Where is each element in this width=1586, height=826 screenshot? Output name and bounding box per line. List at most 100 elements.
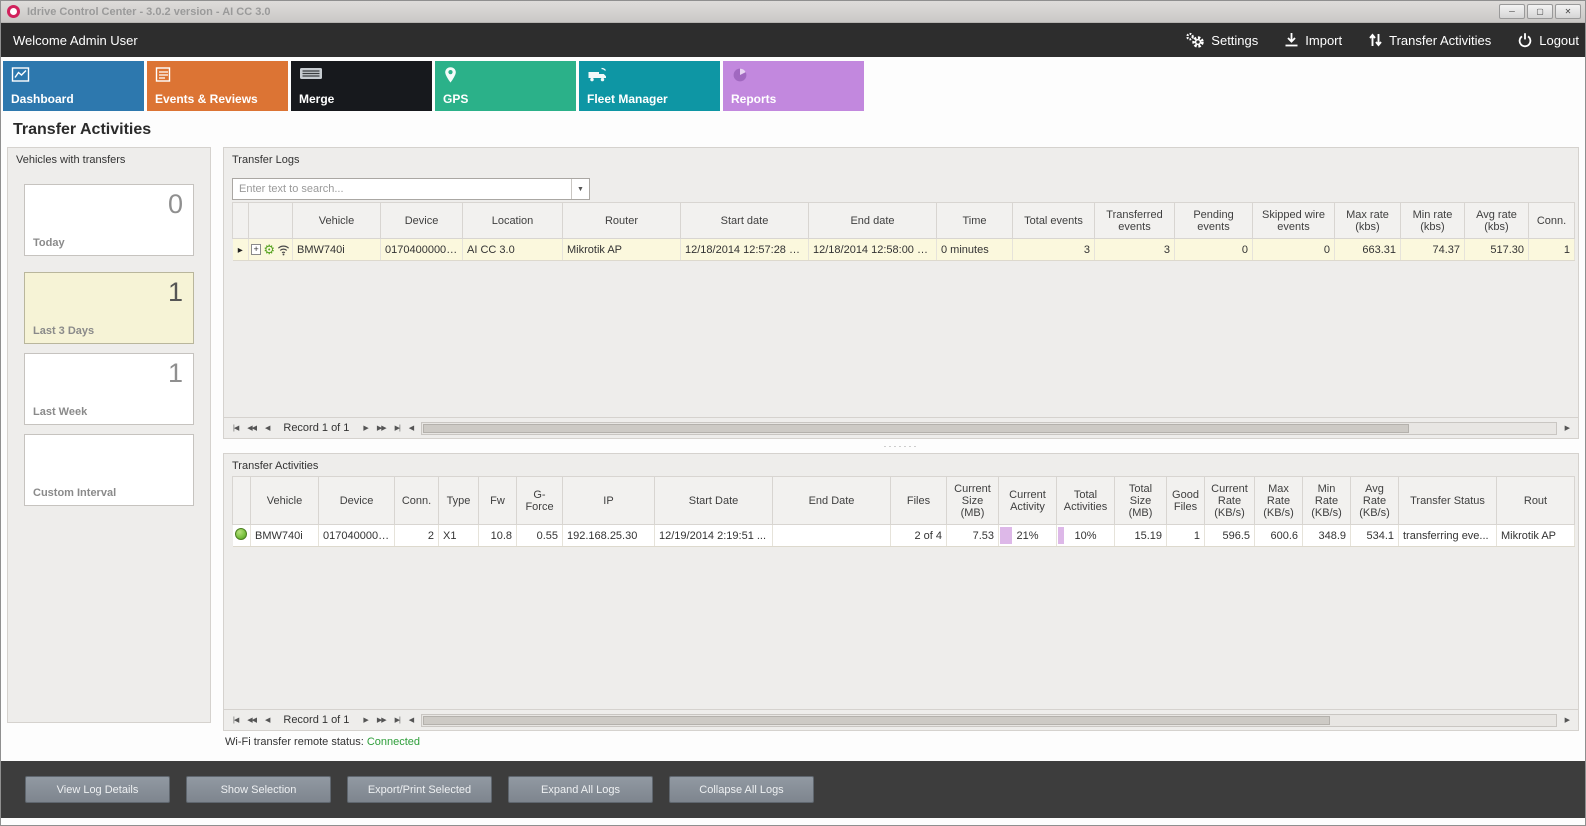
horizontal-scrollbar-thumb[interactable]: [423, 716, 1330, 725]
horizontal-scrollbar-thumb[interactable]: [423, 424, 1409, 433]
pager-next-button[interactable]: ▶: [360, 422, 370, 434]
pager-prev-button[interactable]: ◀: [262, 422, 272, 434]
header-min-rate[interactable]: Min Rate (KB/s): [1303, 477, 1351, 525]
pager-first-button[interactable]: |◀: [230, 714, 241, 726]
transfer-logs-grid-area: Vehicle Device Location Router Start dat…: [224, 202, 1578, 417]
search-input[interactable]: [233, 183, 571, 195]
tab-dashboard[interactable]: Dashboard: [3, 61, 144, 111]
show-selection-button[interactable]: Show Selection: [186, 776, 331, 803]
hscroll-left-button[interactable]: ◀: [406, 422, 416, 434]
header-vehicle[interactable]: Vehicle: [293, 203, 381, 239]
header-transfer-status[interactable]: Transfer Status: [1399, 477, 1497, 525]
tab-gps-label: GPS: [443, 92, 468, 106]
transfer-activities-grid-area: Vehicle Device Conn. Type Fw G-Force IP …: [224, 476, 1578, 709]
tab-reports[interactable]: Reports: [723, 61, 864, 111]
header-router[interactable]: Router: [563, 203, 681, 239]
pager-last-button[interactable]: ▶|: [392, 714, 403, 726]
header-files[interactable]: Files: [891, 477, 947, 525]
header-time[interactable]: Time: [937, 203, 1013, 239]
view-log-details-button[interactable]: View Log Details: [25, 776, 170, 803]
expand-row-icon[interactable]: +: [251, 244, 261, 255]
search-dropdown-button[interactable]: ▼: [571, 179, 589, 199]
card-custom-interval[interactable]: Custom Interval: [24, 434, 194, 506]
header-conn[interactable]: Conn.: [1529, 203, 1575, 239]
header-max-rate[interactable]: Max Rate (KB/s): [1255, 477, 1303, 525]
card-last-3-days[interactable]: 1 Last 3 Days: [24, 272, 194, 344]
tab-merge[interactable]: Merge: [291, 61, 432, 111]
wifi-status-label: Wi-Fi transfer remote status:: [225, 736, 364, 748]
maximize-button[interactable]: ▢: [1527, 4, 1553, 19]
tab-fleet-manager[interactable]: Fleet Manager: [579, 61, 720, 111]
horizontal-scrollbar[interactable]: [421, 714, 1556, 727]
header-current-activity[interactable]: Current Activity: [999, 477, 1057, 525]
import-button[interactable]: Import: [1284, 32, 1342, 48]
header-location[interactable]: Location: [463, 203, 563, 239]
tab-gps[interactable]: GPS: [435, 61, 576, 111]
header-end-date[interactable]: End Date: [773, 477, 891, 525]
header-current-size[interactable]: Current Size (MB): [947, 477, 999, 525]
header-transferred-events[interactable]: Transferred events: [1095, 203, 1175, 239]
pager-fast-next-button[interactable]: ▶▶: [374, 714, 389, 726]
transfer-activity-row[interactable]: BMW740i 017040000038 2 X1 10.8 0.55 192.…: [233, 525, 1575, 547]
pager-next-button[interactable]: ▶: [360, 714, 370, 726]
panel-splitter[interactable]: ·······: [223, 439, 1579, 453]
header-max-rate[interactable]: Max rate (kbs): [1335, 203, 1401, 239]
export-print-selected-button[interactable]: Export/Print Selected: [347, 776, 492, 803]
pager-last-button[interactable]: ▶|: [392, 422, 403, 434]
pager-fast-next-button[interactable]: ▶▶: [374, 422, 389, 434]
header-g-force[interactable]: G-Force: [517, 477, 563, 525]
settings-button[interactable]: Settings: [1185, 32, 1258, 49]
header-total-activities[interactable]: Total Activities: [1057, 477, 1115, 525]
header-avg-rate[interactable]: Avg rate (kbs): [1465, 203, 1529, 239]
card-today[interactable]: 0 Today: [24, 184, 194, 256]
cell-g-force: 0.55: [517, 525, 563, 547]
collapse-all-logs-button[interactable]: Collapse All Logs: [669, 776, 814, 803]
header-fw[interactable]: Fw: [479, 477, 517, 525]
cell-conn: 1: [1529, 239, 1575, 261]
pager-fast-prev-button[interactable]: ◀◀: [244, 714, 259, 726]
import-label: Import: [1305, 33, 1342, 48]
cell-files: 2 of 4: [891, 525, 947, 547]
icons-column-header: [249, 203, 293, 239]
card-last-week[interactable]: 1 Last Week: [24, 353, 194, 425]
pager-fast-prev-button[interactable]: ◀◀: [244, 422, 259, 434]
pager-first-button[interactable]: |◀: [230, 422, 241, 434]
hscroll-right-button[interactable]: ▶: [1562, 422, 1572, 434]
close-button[interactable]: ✕: [1555, 4, 1581, 19]
header-device[interactable]: Device: [319, 477, 395, 525]
hscroll-left-button[interactable]: ◀: [406, 714, 416, 726]
header-ip[interactable]: IP: [563, 477, 655, 525]
header-avg-rate[interactable]: Avg Rate (KB/s): [1351, 477, 1399, 525]
transfer-log-row[interactable]: ▸ + ⚙: [233, 239, 1575, 261]
header-pending-events[interactable]: Pending events: [1175, 203, 1253, 239]
header-skipped-wire-events[interactable]: Skipped wire events: [1253, 203, 1335, 239]
minimize-button[interactable]: ─: [1499, 4, 1525, 19]
search-combo: ▼: [232, 178, 590, 200]
module-tabs: Dashboard Events & Reviews Merge GPS: [3, 61, 1585, 111]
hscroll-right-button[interactable]: ▶: [1562, 714, 1572, 726]
fleet-truck-icon: [587, 66, 609, 83]
header-total-events[interactable]: Total events: [1013, 203, 1095, 239]
header-device[interactable]: Device: [381, 203, 463, 239]
header-end-date[interactable]: End date: [809, 203, 937, 239]
transfer-activities-title: Transfer Activities: [224, 454, 1578, 476]
header-type[interactable]: Type: [439, 477, 479, 525]
expand-all-logs-button[interactable]: Expand All Logs: [508, 776, 653, 803]
transfer-activities-button[interactable]: Transfer Activities: [1368, 32, 1491, 48]
header-start-date[interactable]: Start date: [681, 203, 809, 239]
pager-prev-button[interactable]: ◀: [262, 714, 272, 726]
card-last-3-days-label: Last 3 Days: [33, 325, 94, 337]
header-conn[interactable]: Conn.: [395, 477, 439, 525]
horizontal-scrollbar[interactable]: [421, 422, 1556, 435]
header-good-files[interactable]: Good Files: [1167, 477, 1205, 525]
header-start-date[interactable]: Start Date: [655, 477, 773, 525]
header-min-rate[interactable]: Min rate (kbs): [1401, 203, 1465, 239]
header-total-size[interactable]: Total Size (MB): [1115, 477, 1167, 525]
cell-conn: 2: [395, 525, 439, 547]
tab-events-reviews[interactable]: Events & Reviews: [147, 61, 288, 111]
settings-label: Settings: [1211, 33, 1258, 48]
header-vehicle[interactable]: Vehicle: [251, 477, 319, 525]
logout-button[interactable]: Logout: [1517, 32, 1579, 48]
header-router[interactable]: Rout: [1497, 477, 1575, 525]
header-current-rate[interactable]: Current Rate (KB/s): [1205, 477, 1255, 525]
